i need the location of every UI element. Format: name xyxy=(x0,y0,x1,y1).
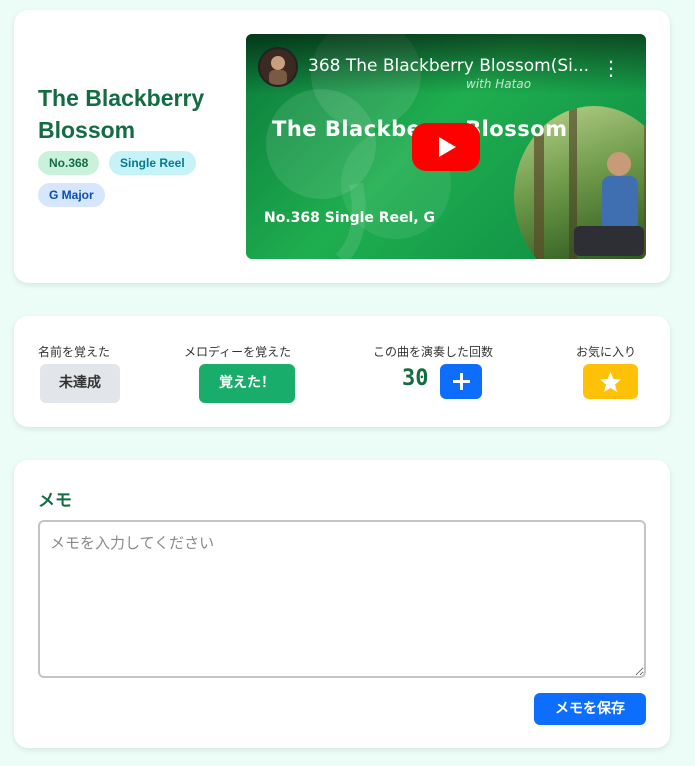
favorite-label: お気に入り xyxy=(576,345,637,359)
name-learned-button[interactable]: 未達成 xyxy=(40,364,120,403)
youtube-play-icon[interactable] xyxy=(412,123,480,171)
tune-key-badge: G Major xyxy=(38,183,105,207)
memo-card: メモ メモを保存 xyxy=(14,460,670,748)
favorite-button[interactable] xyxy=(583,364,638,399)
memo-heading: メモ xyxy=(38,491,72,511)
increment-play-count-button[interactable] xyxy=(440,364,482,399)
youtube-video-player[interactable]: 368 The Blackberry Blossom(Si... ⋮ with … xyxy=(246,34,646,259)
video-overlay-brand: with Hatao xyxy=(466,77,532,91)
tune-card: The Blackberry Blossom No.368 Single Ree… xyxy=(14,10,670,283)
play-count-label: この曲を演奏した回数 xyxy=(373,345,494,359)
more-vert-icon[interactable]: ⋮ xyxy=(601,56,621,80)
name-learned-label: 名前を覚えた xyxy=(38,345,111,359)
memo-textarea[interactable] xyxy=(38,520,646,678)
melody-learned-label: メロディーを覚えた xyxy=(184,345,292,359)
tune-number-badge: No.368 xyxy=(38,151,100,175)
star-icon xyxy=(600,372,621,392)
tune-title: The Blackberry Blossom xyxy=(38,85,205,143)
tune-type-badge: Single Reel xyxy=(109,151,196,175)
plus-icon xyxy=(453,373,470,390)
save-memo-button[interactable]: メモを保存 xyxy=(534,693,646,725)
melody-learned-button[interactable]: 覚えた！ xyxy=(199,364,295,403)
status-card: 名前を覚えた 未達成 メロディーを覚えた 覚えた！ この曲を演奏した回数 30 … xyxy=(14,316,670,427)
play-count-value: 30 xyxy=(402,366,429,391)
channel-avatar[interactable] xyxy=(258,47,298,87)
video-title[interactable]: 368 The Blackberry Blossom(Si... xyxy=(308,56,608,76)
video-overlay-footer: No.368 Single Reel, G xyxy=(264,210,436,226)
